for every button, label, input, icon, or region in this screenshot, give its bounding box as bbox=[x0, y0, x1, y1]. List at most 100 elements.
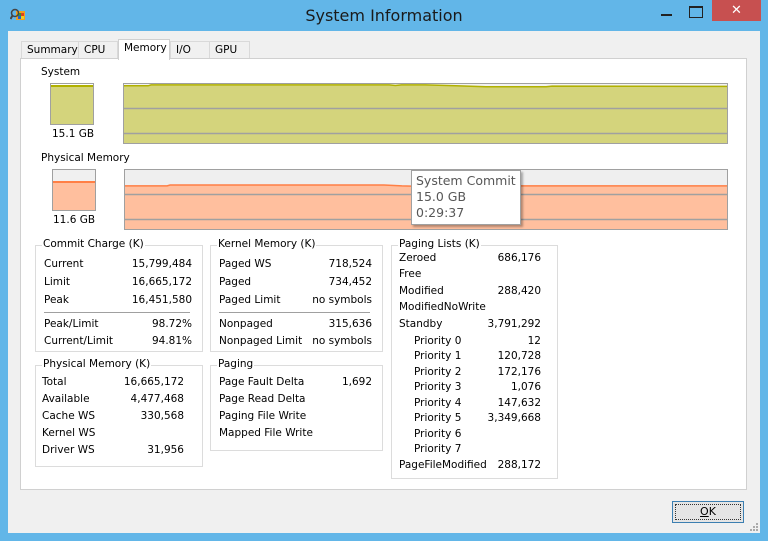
row-value: 288,172 bbox=[497, 459, 541, 471]
row-value: 16,665,172 bbox=[123, 376, 184, 388]
row-value: 98.72% bbox=[151, 318, 192, 330]
commit-peak-limit-row: Peak/Limit 98.72% bbox=[44, 318, 192, 332]
tab-summary[interactable]: Summary bbox=[21, 41, 79, 59]
focus-rect bbox=[675, 504, 741, 520]
tab-cpu[interactable]: CPU bbox=[78, 41, 118, 59]
row-value: 718,524 bbox=[328, 258, 372, 270]
memory-panel: System 15.1 GB Physical Memory 11.6 GB C… bbox=[20, 58, 747, 490]
commit-current-limit-row: Current/Limit 94.81% bbox=[44, 335, 192, 349]
paging-list-row: Priority 5 3,349,668 bbox=[414, 412, 541, 426]
commit-current-row: Current 15,799,484 bbox=[44, 258, 192, 272]
row-label: Page Fault Delta bbox=[219, 376, 305, 388]
row-label: Priority 3 bbox=[414, 381, 462, 393]
row-label: Limit bbox=[44, 276, 71, 288]
row-value: 16,451,580 bbox=[131, 294, 192, 306]
tooltip-value: 15.0 GB bbox=[416, 189, 467, 204]
ok-button[interactable]: OK bbox=[672, 501, 744, 523]
paging-list-row: Priority 6 bbox=[414, 428, 541, 442]
physical-memory-group: Physical Memory (K) Total 16,665,172 Avai… bbox=[35, 358, 203, 467]
system-commit-graph[interactable] bbox=[123, 83, 728, 144]
row-value: 3,791,292 bbox=[487, 318, 541, 330]
row-label: Page Read Delta bbox=[219, 393, 306, 405]
row-label: Paged Limit bbox=[219, 294, 281, 306]
paging-list-row: ModifiedNoWrite bbox=[399, 301, 541, 315]
row-label: Standby bbox=[399, 318, 443, 330]
row-label: Peak/Limit bbox=[44, 318, 99, 330]
row-label: Priority 2 bbox=[414, 366, 462, 378]
kernel-memory-group: Kernel Memory (K) Paged WS 718,524 Paged 7… bbox=[210, 238, 383, 352]
row-label: Priority 6 bbox=[414, 428, 462, 440]
row-label: Paging File Write bbox=[219, 410, 307, 422]
row-label: Nonpaged Limit bbox=[219, 335, 303, 347]
close-button[interactable]: ✕ bbox=[712, 0, 761, 21]
physical-cache-ws-row: Cache WS 330,568 bbox=[42, 410, 184, 424]
paging-list-row: Zeroed 686,176 bbox=[399, 252, 541, 266]
system-label: System bbox=[41, 66, 81, 78]
row-value: 120,728 bbox=[497, 350, 541, 362]
paging-list-row: Priority 4 147,632 bbox=[414, 397, 541, 411]
row-value: 734,452 bbox=[328, 276, 372, 288]
tab-memory[interactable]: Memory bbox=[118, 39, 170, 60]
row-value: 94.81% bbox=[151, 335, 192, 347]
kernel-paged-ws-row: Paged WS 718,524 bbox=[219, 258, 372, 272]
paging-list-row: Priority 2 172,176 bbox=[414, 366, 541, 380]
row-label: Priority 0 bbox=[414, 335, 462, 347]
row-label: Modified bbox=[399, 285, 444, 297]
physical-total-row: Total 16,665,172 bbox=[42, 376, 184, 390]
paging-lists-group: Paging Lists (K) Zeroed 686,176 Free Modifi… bbox=[391, 238, 558, 479]
row-value: 147,632 bbox=[497, 397, 541, 409]
separator bbox=[44, 312, 190, 313]
row-value: 1,076 bbox=[510, 381, 541, 393]
physical-kernel-ws-row: Kernel WS bbox=[42, 427, 184, 441]
commit-peak-row: Peak 16,451,580 bbox=[44, 294, 192, 308]
row-label: Paged bbox=[219, 276, 252, 288]
title-bar[interactable]: System Information ✕ bbox=[0, 0, 768, 31]
commit-charge-group: Commit Charge (K) Current 15,799,484 Limi… bbox=[35, 238, 203, 352]
graph-area bbox=[124, 84, 727, 143]
kernel-paged-row: Paged 734,452 bbox=[219, 276, 372, 290]
paging-file-write-row: Paging File Write bbox=[219, 410, 372, 424]
kernel-memory-title: Kernel Memory (K) bbox=[217, 238, 317, 250]
row-value: 16,665,172 bbox=[131, 276, 192, 288]
system-value: 15.1 GB bbox=[52, 128, 95, 140]
paging-list-row: Priority 0 12 bbox=[414, 335, 541, 349]
physical-available-row: Available 4,477,468 bbox=[42, 393, 184, 407]
row-label: Nonpaged bbox=[219, 318, 273, 330]
gauge-fill bbox=[53, 181, 95, 210]
maximize-button[interactable] bbox=[680, 0, 708, 21]
row-label: Priority 7 bbox=[414, 443, 462, 455]
row-value: 31,956 bbox=[147, 444, 184, 456]
row-value: no symbols bbox=[312, 294, 372, 306]
row-label: Available bbox=[42, 393, 90, 405]
commit-limit-row: Limit 16,665,172 bbox=[44, 276, 192, 290]
kernel-nonpaged-limit-row: Nonpaged Limit no symbols bbox=[219, 335, 372, 349]
paging-group: Paging Page Fault Delta 1,692 Page Read D… bbox=[210, 358, 383, 451]
gauge-fill bbox=[51, 85, 93, 124]
paging-list-row: Modified 288,420 bbox=[399, 285, 541, 299]
row-label: Current/Limit bbox=[44, 335, 114, 347]
system-commit-history bbox=[124, 84, 727, 143]
physical-memory-group-title: Physical Memory (K) bbox=[42, 358, 152, 370]
row-value: 15,799,484 bbox=[131, 258, 192, 270]
paging-list-row: Priority 7 bbox=[414, 443, 541, 457]
row-label: Priority 5 bbox=[414, 412, 462, 424]
kernel-nonpaged-row: Nonpaged 315,636 bbox=[219, 318, 372, 332]
row-label: Priority 4 bbox=[414, 397, 462, 409]
row-value: 686,176 bbox=[497, 252, 541, 264]
row-label: Current bbox=[44, 258, 84, 270]
row-label: Free bbox=[399, 268, 422, 280]
row-label: Mapped File Write bbox=[219, 427, 313, 439]
row-value: 330,568 bbox=[140, 410, 184, 422]
row-label: Cache WS bbox=[42, 410, 96, 422]
row-label: Peak bbox=[44, 294, 69, 306]
separator bbox=[219, 312, 370, 313]
minimize-button[interactable] bbox=[650, 0, 678, 21]
resize-grip-icon[interactable] bbox=[748, 521, 758, 531]
row-label: Driver WS bbox=[42, 444, 95, 456]
kernel-paged-limit-row: Paged Limit no symbols bbox=[219, 294, 372, 308]
row-label: Total bbox=[42, 376, 67, 388]
tab-gpu[interactable]: GPU bbox=[209, 41, 250, 59]
tab-io[interactable]: I/O bbox=[170, 41, 210, 59]
row-value: 1,692 bbox=[341, 376, 372, 388]
tooltip-title: System Commit bbox=[416, 173, 516, 188]
